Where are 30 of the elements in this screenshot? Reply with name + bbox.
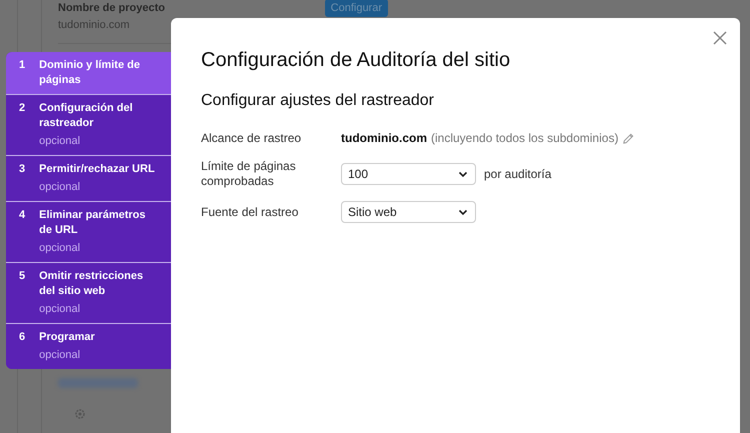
select-field[interactable]: Sitio web bbox=[341, 201, 476, 223]
suffix-text: por auditoría bbox=[484, 166, 552, 183]
step-note: opcional bbox=[39, 241, 82, 256]
field-label: Fuente del rastreo bbox=[201, 204, 300, 220]
step-number: 4 bbox=[19, 208, 26, 223]
step-number: 6 bbox=[19, 330, 26, 345]
step-number: 1 bbox=[19, 58, 26, 73]
step-number: 5 bbox=[19, 269, 26, 284]
project-label: Nombre de proyecto bbox=[58, 1, 165, 16]
step-title: Programar bbox=[39, 330, 95, 345]
step-note: opcional bbox=[39, 180, 82, 195]
select-field[interactable]: 100 bbox=[341, 163, 476, 185]
step-title: Permitir/rechazar URL bbox=[39, 162, 155, 177]
project-domain: tudominio.com bbox=[58, 18, 131, 32]
step-item[interactable]: 1 Dominio y límite de páginas bbox=[6, 52, 171, 95]
step-note: opcional bbox=[39, 302, 82, 317]
field-label: Límite de páginas comprobadas bbox=[201, 159, 297, 189]
domain-hint: (incluyendo todos los subdominios) bbox=[431, 130, 618, 147]
step-number: 2 bbox=[19, 101, 26, 116]
section-title: Configurar ajustes del rastreador bbox=[201, 91, 436, 111]
step-title: Dominio y límite de páginas bbox=[39, 58, 141, 88]
step-title: Omitir restricciones del sitio web bbox=[39, 269, 144, 299]
step-note: opcional bbox=[39, 134, 82, 149]
step-title: Eliminar parámetros de URL bbox=[39, 208, 146, 238]
step-number: 3 bbox=[19, 162, 26, 177]
modal-title: Configuración de Auditoría del sitio bbox=[201, 48, 512, 73]
step-note: opcional bbox=[39, 348, 82, 363]
field-label: Alcance de rastreo bbox=[201, 130, 302, 146]
step-title: Configuración del rastreador bbox=[39, 101, 134, 131]
domain-value: tudominio.com bbox=[341, 130, 427, 147]
